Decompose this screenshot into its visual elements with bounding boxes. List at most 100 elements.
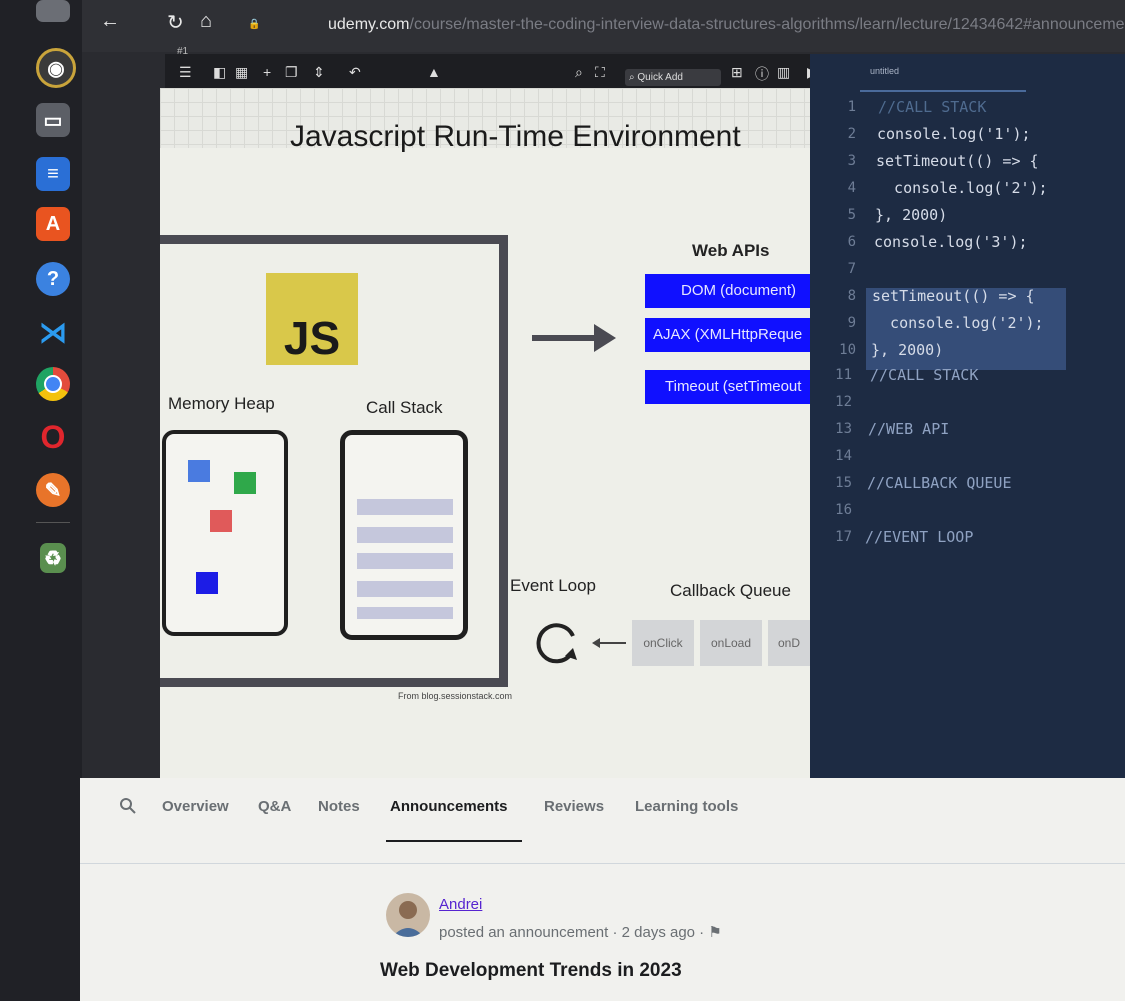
template-icon[interactable]: ⊞ [731, 64, 743, 81]
menu-icon[interactable]: ☰ [179, 64, 192, 81]
tab-reviews[interactable]: Reviews [544, 798, 604, 815]
quick-add-label: Quick Add [637, 72, 683, 83]
reload-icon[interactable]: ↻ [167, 10, 184, 35]
web-apis-label: Web APIs [692, 241, 770, 260]
slide-source: From blog.sessionstack.com [398, 691, 513, 701]
heap-block [188, 460, 210, 482]
line-number: 4 [847, 180, 856, 196]
editor-tab[interactable]: untitled [860, 62, 1026, 92]
code-line[interactable]: setTimeout(() => { [876, 152, 1039, 170]
line-number: 9 [847, 315, 856, 331]
dock-separator [36, 522, 70, 523]
memory-heap-label: Memory Heap [168, 394, 275, 413]
code-line[interactable]: setTimeout(() => { [872, 287, 1035, 305]
line-number: 5 [847, 207, 856, 223]
line-number: 8 [847, 288, 856, 304]
code-line[interactable]: console.log('2'); [876, 179, 1048, 197]
line-number: 7 [847, 261, 856, 277]
heap-block [210, 510, 232, 532]
code-line[interactable]: //WEB API [868, 420, 949, 438]
code-line[interactable]: console.log('3'); [874, 233, 1028, 251]
callback-item: onD [768, 620, 810, 666]
line-number: 17 [835, 529, 852, 545]
vscode-icon[interactable]: ⋊ [36, 315, 70, 349]
copy-icon[interactable]: ❐ [285, 64, 298, 81]
stack-frame [357, 527, 453, 543]
line-number: 3 [847, 153, 856, 169]
avatar[interactable] [386, 893, 430, 937]
line-number: 2 [847, 126, 856, 142]
slide-title: Javascript Run-Time Environment [290, 120, 741, 153]
call-stack-label: Call Stack [366, 398, 443, 417]
stack-frame [357, 581, 453, 597]
line-number: 15 [835, 475, 852, 491]
trash-icon[interactable]: ♻ [40, 543, 66, 573]
address-bar[interactable]: udemy.com/course/master-the-coding-inter… [328, 16, 1125, 34]
undo-icon[interactable]: ↶ [349, 64, 361, 81]
memory-heap-box [162, 430, 288, 636]
line-number: 11 [835, 367, 852, 383]
callback-item: onClick [632, 620, 694, 666]
stack-frame [357, 553, 453, 569]
code-line[interactable]: }, 2000) [871, 341, 943, 359]
whiteboard-toolbar: #1 ☰ ◧ ▦ + ❐ ⇕ ↶ ▲ ⌕ ⛶ ⌕ Quick Add ⊞ ⓘ ▥… [165, 46, 830, 90]
ubuntu-dock: ◉ ▭ ≡ A ? ⋊ O ✎ ♻ [0, 0, 82, 1001]
code-line[interactable]: //EVENT LOOP [865, 528, 973, 546]
line-number: 6 [847, 234, 856, 250]
home-icon[interactable]: ⌂ [200, 10, 212, 33]
browser-toolbar: ← ↻ ⌂ 🔒 udemy.com/course/master-the-codi… [82, 0, 1125, 52]
back-icon[interactable]: ← [100, 10, 120, 33]
tab-overview[interactable]: Overview [162, 798, 229, 815]
stack-frame [357, 607, 453, 619]
url-domain: udemy.com [328, 16, 410, 33]
layout-icon[interactable]: ◧ [213, 64, 226, 81]
document-icon[interactable]: ≡ [36, 157, 70, 191]
code-line[interactable]: console.log('1'); [877, 125, 1031, 143]
active-tab-indicator [386, 840, 522, 842]
js-logo: JS [266, 273, 358, 365]
code-line[interactable]: //CALL STACK [870, 366, 978, 384]
editor-tab-title: untitled [870, 66, 900, 76]
help-icon[interactable]: ? [36, 262, 70, 296]
code-line[interactable]: //CALL STACK [878, 98, 986, 116]
info-icon[interactable]: ⓘ [755, 64, 769, 84]
pen-icon[interactable]: ✎ [36, 473, 70, 507]
lock-icon: 🔒 [248, 19, 261, 30]
tab-announcements[interactable]: Announcements [390, 798, 508, 815]
opera-icon[interactable]: O [36, 419, 70, 455]
fullscreen-icon[interactable]: ⛶ [595, 64, 605, 81]
search-tool-icon[interactable]: ⌕ [575, 64, 583, 81]
chrome-icon[interactable] [36, 367, 70, 401]
heap-block [234, 472, 256, 494]
arrow-right-icon [532, 324, 616, 352]
announcement-title: Web Development Trends in 2023 [380, 960, 682, 981]
quick-add-button[interactable]: ⌕ Quick Add [625, 69, 721, 86]
course-content-panel: Overview Q&A Notes Announcements Reviews… [80, 778, 1125, 1001]
url-path: /course/master-the-coding-interview-data… [409, 16, 1125, 33]
flag-icon[interactable]: ⚑ [708, 924, 721, 941]
add-icon[interactable]: + [263, 64, 271, 80]
author-link[interactable]: Andrei [439, 896, 482, 913]
search-icon[interactable] [120, 798, 136, 814]
line-number: 16 [835, 502, 852, 518]
panel-icon[interactable]: ▥ [777, 64, 790, 81]
posted-text: posted an announcement · 2 days ago · [439, 924, 705, 941]
announcement-meta: posted an announcement · 2 days ago · ⚑ [439, 923, 722, 941]
grid-icon[interactable]: ▦ [235, 64, 248, 81]
slide-canvas: Javascript Run-Time Environment JS Web A… [160, 88, 810, 788]
tab-qa[interactable]: Q&A [258, 798, 291, 815]
line-number: 13 [835, 421, 852, 437]
code-line[interactable]: }, 2000) [875, 206, 947, 224]
tab-learning-tools[interactable]: Learning tools [635, 798, 738, 815]
lock-tool-icon[interactable]: ▲ [427, 64, 441, 80]
arrow-left-icon [592, 638, 626, 648]
tab-notes[interactable]: Notes [318, 798, 360, 815]
software-icon[interactable]: A [36, 207, 70, 241]
files-icon[interactable]: ▭ [36, 103, 70, 137]
folder-icon[interactable] [36, 0, 70, 22]
code-line[interactable]: //CALLBACK QUEUE [867, 474, 1012, 492]
rhythmbox-icon[interactable]: ◉ [36, 48, 76, 88]
code-line[interactable]: console.log('2'); [872, 314, 1044, 332]
arrange-icon[interactable]: ⇕ [313, 64, 325, 81]
line-number: 14 [835, 448, 852, 464]
